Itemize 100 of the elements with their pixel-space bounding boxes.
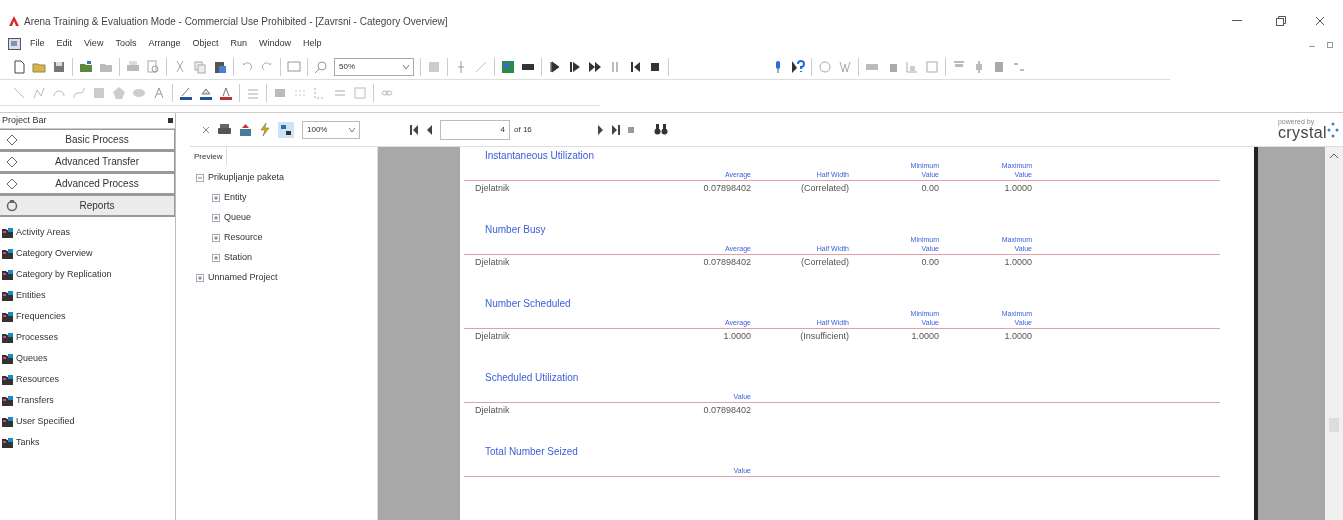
- table-cell-text: (Correlated): [800, 256, 849, 270]
- grid-icon[interactable]: [992, 59, 1006, 74]
- menu-item[interactable]: Object: [189, 37, 222, 51]
- bezier-icon[interactable]: [72, 85, 86, 100]
- menu-item[interactable]: View: [81, 37, 107, 51]
- table-cell-text: 1.0000: [1003, 182, 1032, 196]
- table-cell-text: 0.07898402: [702, 182, 751, 196]
- print-icon[interactable]: [126, 59, 140, 74]
- menu-item[interactable]: Edit: [53, 37, 76, 51]
- tree-item[interactable]: Unnamed Project: [208, 271, 278, 285]
- panel-button[interactable]: Basic Process: [0, 129, 175, 151]
- document-icon[interactable]: [8, 38, 21, 50]
- tree-item[interactable]: Entity: [224, 191, 247, 205]
- caret-icon: [403, 64, 409, 69]
- report-list-item[interactable]: Processes: [16, 330, 59, 345]
- binoculars-icon[interactable]: [653, 124, 668, 135]
- help-icon[interactable]: [791, 59, 805, 74]
- app-logo-icon: [8, 15, 20, 27]
- report-list-item[interactable]: Category Overview: [16, 246, 93, 261]
- section-title: Instantaneous Utilization: [484, 149, 595, 161]
- layers-icon[interactable]: [427, 59, 441, 74]
- report-folder-icon: [2, 395, 14, 406]
- line-icon[interactable]: [12, 85, 26, 100]
- previous-page-icon[interactable]: [426, 124, 432, 135]
- section-title: Total Number Seized: [484, 445, 579, 457]
- parking-icon[interactable]: [925, 59, 939, 74]
- report-list-item[interactable]: User Specified: [16, 414, 75, 429]
- expand-icon[interactable]: [212, 254, 220, 262]
- menu-item[interactable]: Tools: [112, 37, 140, 51]
- mdi-restore-icon[interactable]: [1327, 40, 1335, 48]
- tree-item[interactable]: Resource: [224, 231, 263, 245]
- report-list-item[interactable]: Tanks: [16, 435, 40, 450]
- scrollbar[interactable]: [1325, 147, 1343, 520]
- polyline-icon[interactable]: [32, 85, 46, 100]
- panel-button[interactable]: Advanced Process: [0, 173, 175, 195]
- screen-icon[interactable]: [287, 59, 301, 74]
- copy-icon[interactable]: [193, 59, 207, 74]
- close-icon[interactable]: [202, 125, 210, 134]
- next-page-icon[interactable]: [597, 124, 604, 135]
- menu-item[interactable]: Window: [255, 37, 294, 51]
- panel-collapsed-icon: [6, 177, 18, 190]
- first-page-icon[interactable]: [410, 124, 418, 135]
- last-page-icon[interactable]: [611, 124, 620, 135]
- expand-icon[interactable]: [212, 194, 220, 202]
- collapse-icon[interactable]: [196, 174, 204, 182]
- flowchart-icon[interactable]: [501, 59, 515, 74]
- rectangle-icon[interactable]: [92, 85, 106, 100]
- animate-icon[interactable]: [818, 59, 832, 74]
- zoom-dropdown[interactable]: 100%: [302, 120, 360, 139]
- expand-icon[interactable]: [212, 214, 220, 222]
- tree-item[interactable]: Queue: [224, 211, 252, 225]
- report-list-item[interactable]: Category by Replication: [16, 267, 112, 282]
- report-list-item[interactable]: Frequencies: [16, 309, 66, 324]
- preview-tab[interactable]: Preview: [190, 147, 228, 165]
- section-title: Number Busy: [484, 223, 547, 235]
- report-list-item[interactable]: Transfers: [16, 393, 54, 408]
- new-file-icon[interactable]: [12, 59, 26, 74]
- report-list-item[interactable]: Entities: [16, 288, 46, 303]
- tree-toggle-icon[interactable]: [278, 121, 294, 138]
- table-cell-text: Djelatnik: [474, 182, 511, 196]
- tree-item[interactable]: Station: [224, 251, 253, 265]
- text-color-icon[interactable]: [219, 85, 233, 100]
- expand-icon[interactable]: [212, 234, 220, 242]
- line-color-icon[interactable]: [179, 85, 193, 100]
- report-folder-icon: [2, 332, 14, 343]
- panel-button[interactable]: Reports: [0, 195, 175, 217]
- expand-icon[interactable]: [196, 274, 204, 282]
- menu-item[interactable]: File: [27, 37, 48, 51]
- table-cell-text: 1.0000: [910, 330, 939, 344]
- table-cell-text: Djelatnik: [474, 256, 511, 270]
- step-icon[interactable]: [568, 59, 582, 74]
- seize-icon[interactable]: [905, 59, 919, 74]
- rewind-icon[interactable]: [628, 59, 642, 74]
- polygon-icon[interactable]: [112, 85, 126, 100]
- plot-icon[interactable]: [838, 59, 852, 74]
- text-icon[interactable]: [152, 85, 166, 100]
- report-list-item[interactable]: Queues: [16, 351, 48, 366]
- table-cell-text: 1.0000: [722, 330, 751, 344]
- print-preview-icon[interactable]: [146, 59, 160, 74]
- paste-icon[interactable]: [213, 59, 227, 74]
- page-number-field[interactable]: 4: [440, 119, 510, 140]
- segment-icon[interactable]: [474, 59, 488, 74]
- report-folder-icon: [2, 416, 14, 427]
- printer-icon[interactable]: [218, 123, 231, 136]
- magnifier-icon[interactable]: [314, 59, 328, 74]
- zoom-dropdown[interactable]: 50%: [334, 57, 414, 76]
- template-folder-icon[interactable]: [79, 59, 93, 74]
- go-icon[interactable]: [548, 59, 562, 74]
- panel-button[interactable]: Advanced Transfer: [0, 151, 175, 173]
- lightning-icon[interactable]: [260, 123, 270, 136]
- export-icon[interactable]: [239, 123, 252, 136]
- fast-forward-icon[interactable]: [588, 59, 602, 74]
- report-list-item[interactable]: Activity Areas: [16, 225, 71, 240]
- menu-item[interactable]: Help: [300, 37, 325, 51]
- report-list-item[interactable]: Resources: [16, 372, 60, 387]
- tree-item[interactable]: Prikupljanje paketa: [208, 171, 285, 185]
- save-icon[interactable]: [52, 59, 66, 74]
- scroll-up-icon[interactable]: [1330, 153, 1338, 158]
- menu-item[interactable]: Arrange: [145, 37, 184, 51]
- menu-item[interactable]: Run: [227, 37, 250, 51]
